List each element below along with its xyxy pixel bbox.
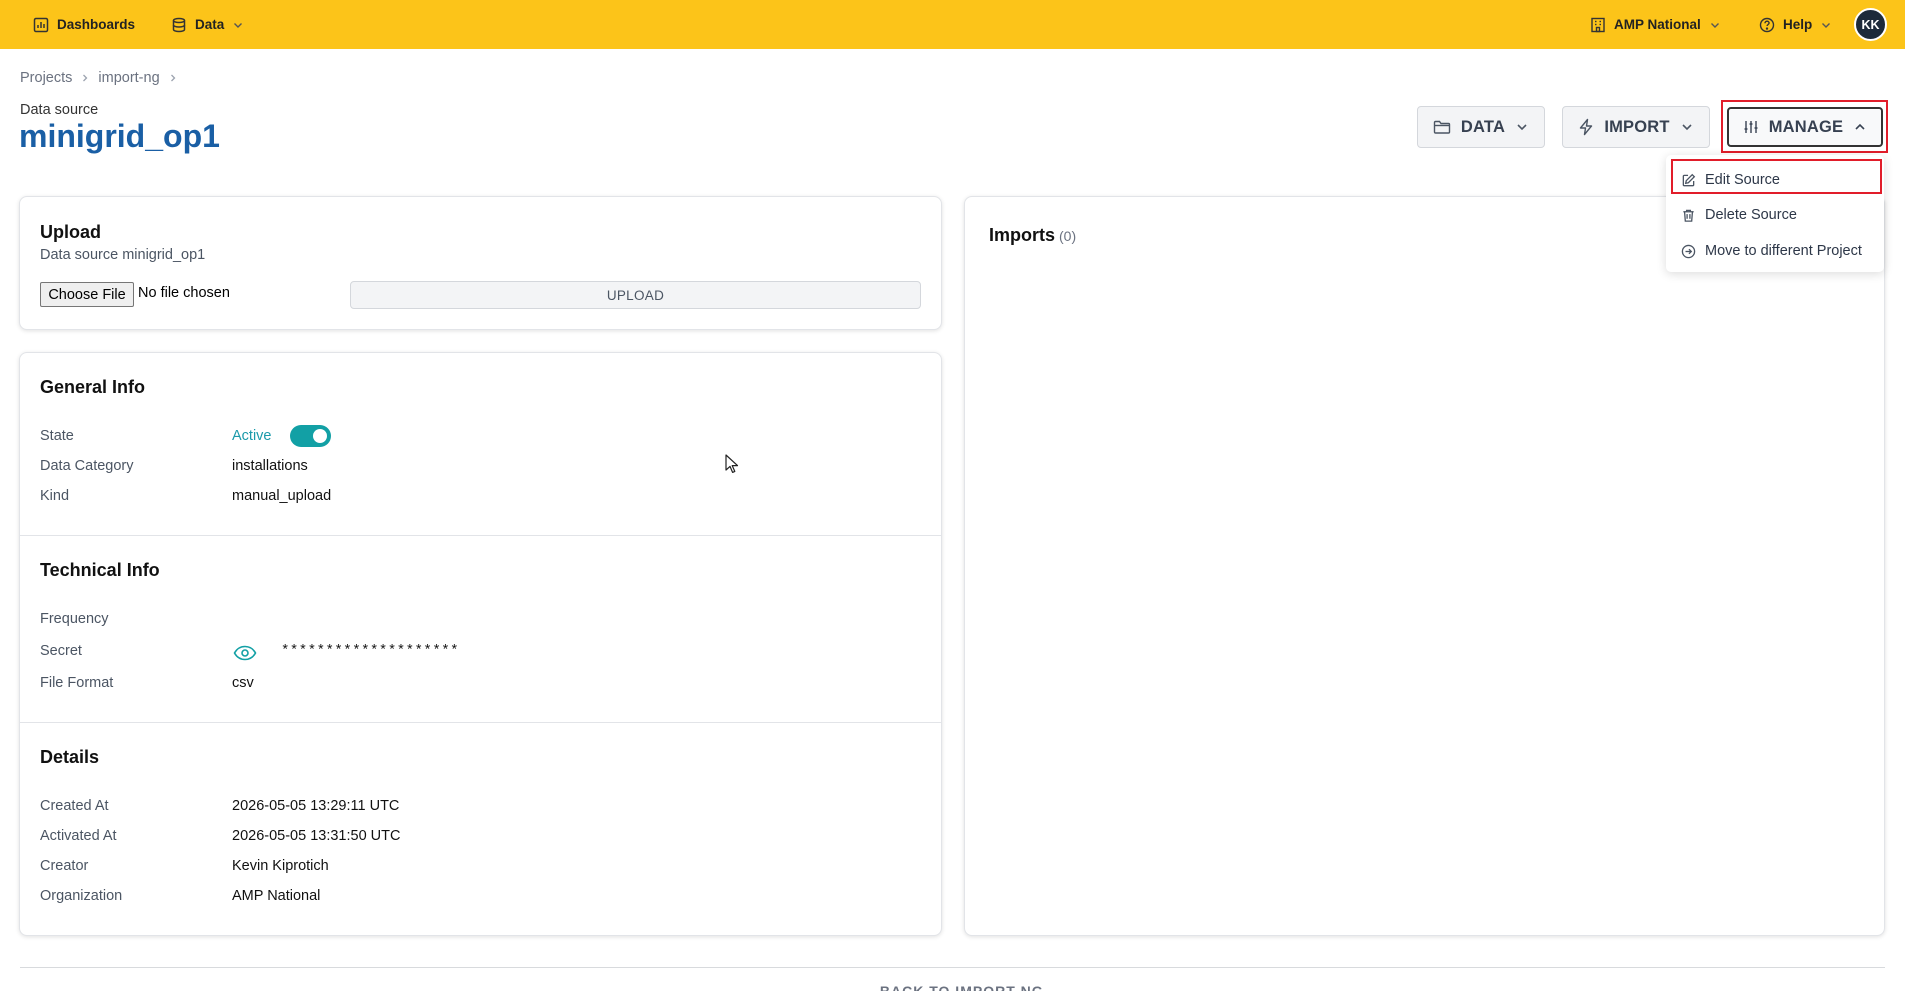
page-title: minigrid_op1 <box>19 118 220 154</box>
secret-label: Secret <box>40 643 82 659</box>
activated-at-label: Activated At <box>40 828 117 844</box>
lightning-icon <box>1580 118 1593 136</box>
data-button-label: DATA <box>1460 117 1506 136</box>
footer-divider <box>20 967 1885 968</box>
imports-title: Imports (0) <box>989 225 1076 246</box>
imports-title-label: Imports <box>989 225 1056 245</box>
organization-switcher[interactable]: AMP National <box>1590 0 1721 49</box>
menu-item-delete-source[interactable]: Delete Source <box>1666 198 1884 232</box>
nav-data-menu[interactable]: Data <box>171 0 244 49</box>
page-subtitle: Data source <box>20 102 99 118</box>
user-avatar[interactable]: KK <box>1854 8 1887 41</box>
section-divider <box>20 535 941 536</box>
arrow-circle-right-icon <box>1681 244 1696 258</box>
no-file-chosen-text: No file chosen <box>138 285 230 301</box>
help-menu[interactable]: Help <box>1759 0 1832 49</box>
menu-item-label: Delete Source <box>1705 207 1797 223</box>
building-icon <box>1591 17 1605 32</box>
folder-icon <box>1433 120 1451 134</box>
technical-info-title: Technical Info <box>40 560 160 580</box>
activated-at-value: 2026-05-05 13:31:50 UTC <box>232 828 401 844</box>
nav-dashboards[interactable]: Dashboards <box>33 0 135 49</box>
kind-label: Kind <box>40 488 70 504</box>
breadcrumb-project[interactable]: import-ng <box>98 70 159 86</box>
chevron-down-icon <box>234 22 243 28</box>
creator-label: Creator <box>40 858 89 874</box>
details-title: Details <box>40 747 100 767</box>
bar-chart-icon <box>33 17 49 32</box>
general-info-title: General Info <box>40 377 146 397</box>
sliders-icon <box>1744 121 1758 133</box>
help-label: Help <box>1783 17 1813 32</box>
kind-value: manual_upload <box>232 488 332 504</box>
choose-file-button[interactable]: Choose File <box>40 282 134 307</box>
created-at-label: Created At <box>40 798 109 814</box>
imports-card: Imports (0) <box>964 196 1885 936</box>
nav-dashboards-label: Dashboards <box>57 17 136 32</box>
upload-card: Upload Data source minigrid_op1 Choose F… <box>19 196 942 330</box>
file-format-label: File Format <box>40 675 114 691</box>
imports-count: (0) <box>1059 228 1077 244</box>
breadcrumb-projects[interactable]: Projects <box>20 70 72 86</box>
data-dropdown-button[interactable]: DATA <box>1417 106 1545 148</box>
manage-button-label: MANAGE <box>1768 117 1844 136</box>
import-button-label: IMPORT <box>1604 117 1670 136</box>
help-circle-icon <box>1759 17 1775 32</box>
mouse-cursor-icon <box>725 454 739 473</box>
organization-value: AMP National <box>232 888 321 904</box>
data-category-value: installations <box>232 458 308 474</box>
data-category-label: Data Category <box>40 458 134 474</box>
chevron-down-icon <box>1517 124 1527 131</box>
chevron-up-icon <box>1855 123 1865 130</box>
chevron-right-icon <box>170 74 176 82</box>
secret-value: ******************** <box>281 643 460 659</box>
breadcrumb: Projects import-ng <box>20 70 178 86</box>
back-link[interactable]: ← BACK TO IMPORT-NG <box>860 983 1044 991</box>
menu-item-label: Move to different Project <box>1705 243 1862 259</box>
organization-label: Organization <box>40 888 123 904</box>
section-divider <box>20 722 941 723</box>
top-navigation-bar: Dashboards Data AMP National Help KK <box>0 0 1905 49</box>
created-at-value: 2026-05-05 13:29:11 UTC <box>232 798 400 814</box>
nav-data-label: Data <box>195 17 225 32</box>
state-value: Active <box>232 428 272 444</box>
state-toggle[interactable] <box>290 425 331 447</box>
file-format-value: csv <box>232 675 254 691</box>
upload-button[interactable]: UPLOAD <box>350 281 921 309</box>
menu-item-move-project[interactable]: Move to different Project <box>1666 234 1884 268</box>
upload-subtitle: Data source minigrid_op1 <box>40 247 206 263</box>
manage-dropdown-button[interactable]: MANAGE <box>1727 107 1883 147</box>
source-info-card: General Info State Active Data Category … <box>19 352 942 936</box>
organization-label: AMP National <box>1614 17 1701 32</box>
eye-icon[interactable] <box>233 644 257 662</box>
state-label: State <box>40 428 74 444</box>
creator-value: Kevin Kiprotich <box>232 858 329 874</box>
trash-icon <box>1683 209 1694 222</box>
frequency-label: Frequency <box>40 611 109 627</box>
edit-source-highlight <box>1671 159 1882 194</box>
upload-title: Upload <box>40 222 101 242</box>
import-dropdown-button[interactable]: IMPORT <box>1562 106 1710 148</box>
database-icon <box>172 17 186 32</box>
chevron-down-icon <box>1682 124 1692 131</box>
chevron-right-icon <box>83 74 88 82</box>
chevron-down-icon <box>1822 22 1831 28</box>
chevron-down-icon <box>1710 22 1719 28</box>
